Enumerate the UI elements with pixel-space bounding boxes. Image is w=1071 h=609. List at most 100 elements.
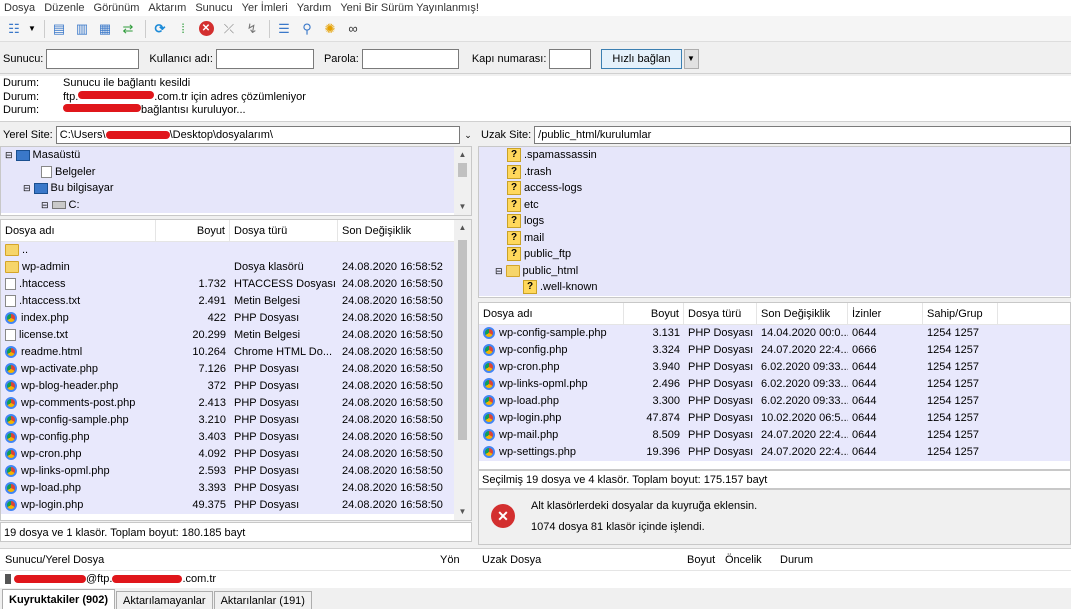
- column-header[interactable]: Sunucu/Yerel Dosya: [0, 554, 440, 566]
- file-row[interactable]: ..: [1, 242, 456, 259]
- toggle-remote-tree-icon[interactable]: ▦: [95, 19, 115, 39]
- file-row[interactable]: wp-login.php 47.874 PHP Dosyası 10.02.2020 …: [479, 410, 1070, 427]
- menu-new-version[interactable]: Yeni Bir Sürüm Yayınlanmış!: [340, 2, 479, 14]
- column-header[interactable]: Dosya adı: [1, 220, 156, 242]
- chevron-up-icon[interactable]: ▲: [454, 220, 471, 236]
- reconnect-icon[interactable]: ↯: [242, 19, 262, 39]
- tree-item[interactable]: ? .trash: [479, 163, 1070, 180]
- column-header[interactable]: Uzak Dosya: [482, 554, 687, 566]
- tree-item[interactable]: ? mail: [479, 229, 1070, 246]
- tree-item[interactable]: ? public_ftp: [479, 246, 1070, 263]
- column-header[interactable]: Öncelik: [722, 554, 777, 566]
- tree-item[interactable]: ⊟ public_html: [479, 262, 1070, 280]
- chevron-down-icon[interactable]: ▼: [454, 504, 471, 520]
- tree-item[interactable]: ? .spamassassin: [479, 147, 1070, 164]
- column-header[interactable]: Boyut: [624, 303, 684, 325]
- chevron-up-icon[interactable]: ▲: [454, 147, 471, 163]
- file-row[interactable]: wp-config.php 3.403 PHP Dosyası 24.08.2020 …: [1, 429, 456, 446]
- file-row[interactable]: readme.html 10.264 Chrome HTML Do... 24.08.…: [1, 344, 456, 361]
- transfer-queue-icon[interactable]: ⇄: [118, 19, 138, 39]
- site-manager-icon[interactable]: ☷: [4, 19, 24, 39]
- menu-help[interactable]: Yardım: [297, 2, 332, 14]
- scrollbar-thumb[interactable]: [458, 240, 467, 440]
- chevron-down-icon[interactable]: ⌄: [460, 126, 476, 144]
- file-row[interactable]: wp-load.php 3.300 PHP Dosyası 6.02.2020 09:…: [479, 393, 1070, 410]
- tab-queued[interactable]: Kuyruktakiler (902): [2, 589, 116, 609]
- expand-icon[interactable]: ⊟: [23, 180, 31, 197]
- column-header[interactable]: İzinler: [848, 303, 923, 325]
- queue-row[interactable]: @ftp. .com.tr: [0, 571, 1071, 587]
- column-header[interactable]: Son Değişiklik: [338, 220, 456, 242]
- tree-item-this-pc[interactable]: ⊟ Bu bilgisayar: [1, 180, 471, 197]
- tab-failed[interactable]: Aktarılamayanlar: [116, 591, 213, 609]
- tree-item[interactable]: ? logs: [479, 213, 1070, 230]
- local-tree-scrollbar[interactable]: ▲ ▼: [454, 147, 471, 215]
- process-queue-icon[interactable]: ⁞: [173, 19, 193, 39]
- file-row[interactable]: .htaccess 1.732 HTACCESS Dosyası 24.08.2020…: [1, 276, 456, 293]
- column-header[interactable]: Yön: [440, 554, 482, 566]
- file-row[interactable]: wp-login.php 49.375 PHP Dosyası 24.08.2020 …: [1, 497, 456, 514]
- file-row[interactable]: wp-load.php 3.393 PHP Dosyası 24.08.2020 16…: [1, 480, 456, 497]
- refresh-icon[interactable]: ⟳: [150, 19, 170, 39]
- local-path-input[interactable]: C:\Users\ \Desktop\dosyalarım\: [55, 126, 460, 144]
- file-row[interactable]: wp-cron.php 4.092 PHP Dosyası 24.08.2020 16…: [1, 446, 456, 463]
- column-header[interactable]: Dosya adı: [479, 303, 624, 325]
- username-input[interactable]: [215, 48, 314, 69]
- local-list-scrollbar[interactable]: ▲ ▼: [454, 220, 471, 520]
- host-input[interactable]: [46, 48, 140, 69]
- file-row[interactable]: wp-blog-header.php 372 PHP Dosyası 24.08.20…: [1, 378, 456, 395]
- remote-path-input[interactable]: /public_html/kurulumlar: [534, 126, 1071, 144]
- column-header[interactable]: Boyut: [687, 554, 722, 566]
- menu-view[interactable]: Görünüm: [94, 2, 140, 14]
- menu-bookmarks[interactable]: Yer İmleri: [242, 2, 288, 14]
- search-icon[interactable]: ⚲: [297, 19, 317, 39]
- password-input[interactable]: [361, 48, 459, 69]
- menu-edit[interactable]: Düzenle: [44, 2, 84, 14]
- column-header[interactable]: Boyut: [156, 220, 230, 242]
- file-row[interactable]: wp-comments-post.php 2.413 PHP Dosyası 24.0…: [1, 395, 456, 412]
- port-input[interactable]: [549, 48, 592, 69]
- tree-item-documents[interactable]: Belgeler: [1, 163, 471, 180]
- file-row[interactable]: wp-cron.php 3.940 PHP Dosyası 6.02.2020 09:…: [479, 359, 1070, 376]
- tree-item[interactable]: ? etc: [479, 196, 1070, 213]
- disconnect-icon[interactable]: ⤫: [219, 19, 239, 39]
- toggle-log-icon[interactable]: ▤: [49, 19, 69, 39]
- file-row[interactable]: license.txt 20.299 Metin Belgesi 24.08.2020…: [1, 327, 456, 344]
- expand-icon[interactable]: ⊟: [5, 147, 13, 164]
- column-header[interactable]: Durum: [777, 554, 837, 566]
- file-row[interactable]: wp-links-opml.php 2.496 PHP Dosyası 6.02.20…: [479, 376, 1070, 393]
- tree-item[interactable]: ? .well-known: [479, 279, 1070, 296]
- menu-file[interactable]: Dosya: [4, 2, 35, 14]
- sync-browse-icon[interactable]: ✺: [320, 19, 340, 39]
- file-row[interactable]: wp-config-sample.php 3.131 PHP Dosyası 14.0…: [479, 325, 1070, 342]
- expand-icon[interactable]: ⊟: [495, 263, 503, 280]
- filter-icon[interactable]: ☰: [274, 19, 294, 39]
- expand-icon[interactable]: ⊟: [41, 197, 49, 214]
- file-row[interactable]: wp-activate.php 7.126 PHP Dosyası 24.08.202…: [1, 361, 456, 378]
- column-header[interactable]: Son Değişiklik: [757, 303, 848, 325]
- tab-successful[interactable]: Aktarılanlar (191): [213, 591, 312, 609]
- menu-server[interactable]: Sunucu: [195, 2, 232, 14]
- chevron-down-icon[interactable]: ▼: [27, 19, 37, 39]
- file-row[interactable]: wp-admin Dosya klasörü 24.08.2020 16:58:52: [1, 259, 456, 276]
- menu-transfer[interactable]: Aktarım: [148, 2, 186, 14]
- file-row[interactable]: wp-mail.php 8.509 PHP Dosyası 24.07.2020 22…: [479, 427, 1070, 444]
- file-row[interactable]: wp-links-opml.php 2.593 PHP Dosyası 24.08.2…: [1, 463, 456, 480]
- column-header[interactable]: Dosya türü: [684, 303, 757, 325]
- chevron-down-icon[interactable]: ▼: [683, 48, 699, 69]
- column-header[interactable]: Dosya türü: [230, 220, 338, 242]
- chevron-down-icon[interactable]: ▼: [454, 199, 471, 215]
- tree-item[interactable]: ? access-logs: [479, 180, 1070, 197]
- file-row[interactable]: wp-config.php 3.324 PHP Dosyası 24.07.2020 …: [479, 342, 1070, 359]
- file-row[interactable]: wp-config-sample.php 3.210 PHP Dosyası 24.0…: [1, 412, 456, 429]
- quickconnect-button[interactable]: Hızlı bağlan: [601, 48, 682, 69]
- file-row[interactable]: wp-settings.php 19.396 PHP Dosyası 24.07.20…: [479, 444, 1070, 461]
- tree-item-desktop[interactable]: ⊟ Masaüstü: [1, 147, 471, 164]
- column-header[interactable]: Sahip/Grup: [923, 303, 998, 325]
- tree-item-c-drive[interactable]: ⊟ C:: [1, 196, 471, 214]
- scrollbar-thumb[interactable]: [458, 163, 467, 177]
- cancel-icon[interactable]: ✕: [196, 19, 216, 39]
- file-row[interactable]: index.php 422 PHP Dosyası 24.08.2020 16:58:…: [1, 310, 456, 327]
- file-row[interactable]: .htaccess.txt 2.491 Metin Belgesi 24.08.202…: [1, 293, 456, 310]
- binoculars-icon[interactable]: ∞: [343, 19, 363, 39]
